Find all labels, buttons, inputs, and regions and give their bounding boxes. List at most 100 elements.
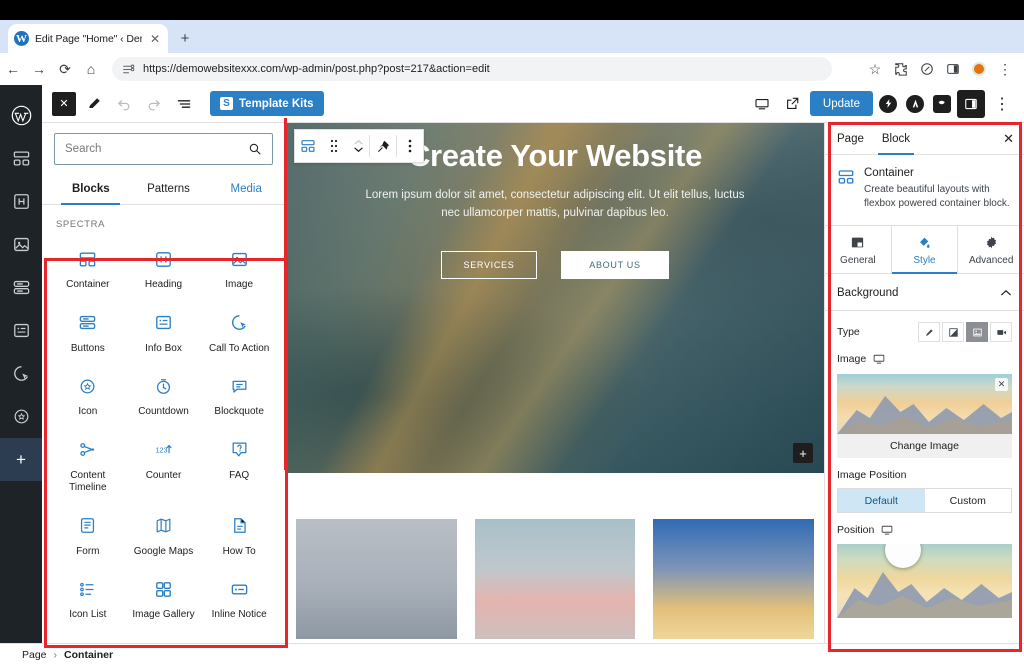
block-item-form[interactable]: Form: [50, 503, 126, 567]
image-card[interactable]: [653, 519, 815, 639]
breadcrumb-item-container[interactable]: Container: [64, 649, 113, 661]
ultimate-addons-icon[interactable]: [933, 94, 951, 113]
browser-menu-icon[interactable]: ⋮: [992, 56, 1018, 82]
block-item-icon[interactable]: Icon: [50, 363, 126, 427]
back-icon[interactable]: ←: [0, 56, 26, 82]
image-card[interactable]: [296, 519, 457, 639]
extensions-icon[interactable]: [888, 56, 914, 82]
tab-search-icon[interactable]: [914, 56, 940, 82]
block-label: Heading: [144, 279, 183, 290]
background-panel-header[interactable]: Background: [825, 274, 1024, 311]
block-item-content-timeline[interactable]: Content Timeline: [50, 427, 126, 503]
search-box[interactable]: [54, 133, 273, 165]
image-card[interactable]: [474, 519, 636, 639]
block-item-image[interactable]: Image: [201, 236, 277, 300]
move-up-down-buttons[interactable]: [347, 130, 369, 162]
desktop-icon[interactable]: [873, 353, 885, 365]
update-button[interactable]: Update: [809, 91, 873, 116]
info-box-icon: [154, 312, 173, 334]
hero-title[interactable]: Create Your Website: [408, 138, 702, 173]
list-view-icon[interactable]: [170, 90, 198, 118]
editor-more-menu-icon[interactable]: ⋮: [988, 90, 1016, 118]
astra-icon[interactable]: [906, 94, 924, 113]
rail-container-icon[interactable]: [0, 137, 42, 180]
bookmark-star-icon[interactable]: ☆: [862, 56, 888, 82]
breadcrumb-item-page[interactable]: Page: [22, 649, 47, 661]
rail-image-icon[interactable]: [0, 223, 42, 266]
address-bar[interactable]: https://demowebsitexxx.com/wp-admin/post…: [112, 57, 832, 81]
home-icon[interactable]: ⌂: [78, 56, 104, 82]
block-item-container[interactable]: Container: [50, 236, 126, 300]
block-item-inline-notice[interactable]: Inline Notice: [201, 566, 277, 630]
close-editor-button[interactable]: ✕: [50, 90, 78, 118]
focal-point-picker[interactable]: [837, 544, 1012, 618]
split-view-icon[interactable]: [940, 56, 966, 82]
rail-info-box-icon[interactable]: [0, 309, 42, 352]
container-icon[interactable]: [295, 130, 321, 162]
tab-block[interactable]: Block: [877, 123, 915, 155]
pin-icon[interactable]: [370, 130, 396, 162]
view-page-icon[interactable]: [779, 90, 807, 118]
block-item-blockquote[interactable]: Blockquote: [201, 363, 277, 427]
tab-patterns[interactable]: Patterns: [130, 173, 208, 204]
position-custom-option[interactable]: Custom: [925, 489, 1012, 512]
image-position-toggle: Default Custom: [837, 488, 1012, 513]
segment-style[interactable]: Style: [890, 226, 959, 274]
template-kits-button[interactable]: S Template Kits: [210, 91, 324, 116]
segment-general[interactable]: General: [825, 226, 891, 273]
reload-icon[interactable]: ⟳: [52, 56, 78, 82]
rail-buttons-icon[interactable]: [0, 266, 42, 309]
close-icon[interactable]: ✕: [1003, 131, 1014, 147]
block-item-faq[interactable]: FAQ: [201, 427, 277, 503]
desktop-view-icon[interactable]: [748, 90, 776, 118]
change-image-button[interactable]: Change Image: [837, 434, 1012, 458]
rail-call-to-action-icon[interactable]: [0, 352, 42, 395]
spectra-icon[interactable]: [879, 94, 897, 113]
hero-container-block[interactable]: Create Your Website Lorem ipsum dolor si…: [286, 123, 824, 473]
tab-blocks[interactable]: Blocks: [52, 173, 130, 205]
close-icon[interactable]: ✕: [148, 32, 162, 46]
segment-advanced[interactable]: Advanced: [958, 226, 1024, 273]
wordpress-logo-icon[interactable]: [0, 94, 42, 137]
background-image-thumbnail[interactable]: ✕ Change Image: [837, 374, 1012, 458]
add-block-button[interactable]: +: [793, 443, 813, 463]
options-kebab-icon[interactable]: [397, 130, 423, 162]
block-item-how-to[interactable]: How To: [201, 503, 277, 567]
about-us-button[interactable]: ABOUT US: [561, 250, 669, 279]
redo-icon[interactable]: [140, 90, 168, 118]
chevron-up-icon[interactable]: [1000, 287, 1012, 299]
drag-handle[interactable]: [321, 130, 347, 162]
settings-sidebar-toggle[interactable]: [957, 89, 985, 118]
video-type-button[interactable]: [990, 322, 1012, 342]
block-item-google-maps[interactable]: Google Maps: [126, 503, 202, 567]
image-type-button[interactable]: [966, 322, 988, 342]
gear-icon: [986, 236, 996, 249]
block-item-countdown[interactable]: Countdown: [126, 363, 202, 427]
block-item-image-gallery[interactable]: Image Gallery: [126, 566, 202, 630]
rail-add-block-button[interactable]: +: [0, 438, 42, 481]
profile-avatar[interactable]: [966, 56, 992, 82]
tab-page[interactable]: Page: [837, 123, 864, 155]
color-type-button[interactable]: [918, 322, 940, 342]
new-tab-button[interactable]: +: [176, 29, 194, 47]
search-input[interactable]: [65, 143, 248, 155]
rail-icon-block-icon[interactable]: [0, 395, 42, 438]
desktop-icon[interactable]: [881, 524, 893, 536]
rail-heading-icon[interactable]: [0, 180, 42, 223]
block-item-icon-list[interactable]: Icon List: [50, 566, 126, 630]
tab-media[interactable]: Media: [207, 173, 285, 204]
services-button[interactable]: SERVICES: [441, 250, 537, 279]
browser-tab[interactable]: W Edit Page "Home" ‹ Demo W… ✕: [8, 24, 168, 53]
remove-image-icon[interactable]: ✕: [995, 378, 1008, 391]
undo-icon[interactable]: [110, 90, 138, 118]
block-item-counter[interactable]: 123 Counter: [126, 427, 202, 503]
block-item-buttons[interactable]: Buttons: [50, 300, 126, 364]
hero-paragraph[interactable]: Lorem ipsum dolor sit amet, consectetur …: [355, 187, 755, 223]
edit-pen-icon[interactable]: [80, 90, 108, 118]
block-item-call-to-action[interactable]: Call To Action: [201, 300, 277, 364]
position-default-option[interactable]: Default: [838, 489, 925, 512]
block-item-heading[interactable]: Heading: [126, 236, 202, 300]
block-item-info-box[interactable]: Info Box: [126, 300, 202, 364]
gradient-type-button[interactable]: [942, 322, 964, 342]
forward-icon[interactable]: →: [26, 56, 52, 82]
